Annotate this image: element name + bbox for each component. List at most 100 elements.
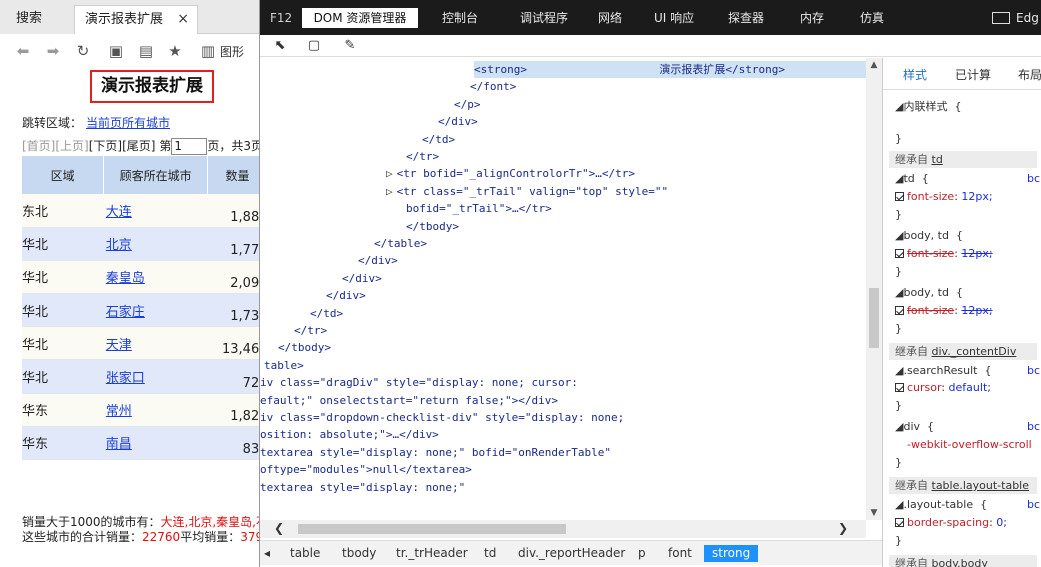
dom-node-line[interactable]: textarea style="display: none;" bofid="o… [260,444,611,461]
tab-console[interactable]: 控制台 [442,8,478,28]
tab-profiler[interactable]: 探查器 [728,8,764,28]
breadcrumb-item[interactable]: div._reportHeader [518,545,625,562]
scroll-left-icon[interactable]: ❮ [274,521,284,535]
prop-checkbox[interactable] [895,517,904,527]
city-link[interactable]: 北京 [106,238,132,253]
prop-checkbox[interactable] [895,382,904,392]
tab-ui-responsiveness[interactable]: UI 响应 [654,8,694,28]
dom-node-line[interactable]: </tr> [406,148,439,165]
jump-link[interactable]: 当前页所有城市 [86,116,170,130]
highlight-box-icon[interactable]: ▢ [306,38,322,54]
breadcrumb-scroll-left-icon[interactable]: ◂ [264,545,270,562]
back-icon[interactable]: ⬅ [14,42,32,60]
rule-source[interactable]: bc [1027,172,1040,185]
dom-node-line[interactable]: ▷ <tr bofid="_alignControlorTr">…</tr> [386,165,635,182]
rule-source[interactable]: bc [1027,420,1040,433]
breadcrumb-item[interactable]: table [290,545,320,562]
dom-node-line[interactable]: oftype="modules">null</textarea> [260,461,472,478]
dom-vertical-scrollbar[interactable]: ▲ ▼ [866,58,882,520]
hscroll-thumb[interactable] [298,524,566,534]
forward-icon[interactable]: ➡ [44,42,62,60]
city-link[interactable]: 常州 [106,404,132,419]
tab-report[interactable]: 演示报表扩展 × [74,5,198,34]
tab-network[interactable]: 网络 [598,8,622,28]
tab-layout[interactable]: 布局 [1018,66,1041,83]
dom-node-line[interactable]: </table> [374,235,427,252]
rule-source[interactable]: bc [1027,498,1040,511]
dom-node-line[interactable]: </tbody> [278,339,331,356]
scroll-up-icon[interactable]: ▲ [868,60,880,70]
breadcrumb-item[interactable]: tr._trHeader [396,545,468,562]
color-picker-icon[interactable]: ✎ [342,38,358,54]
prop-checkbox[interactable] [895,305,904,315]
dom-tree[interactable]: <strong> 演示报表扩展</strong> </font> </p> </div… [260,58,866,520]
dom-node-line[interactable]: ▷ <tr class="_trTail" valign="top" style=… [386,183,668,200]
edge-mode-dropdown[interactable]: Edg [1016,8,1039,28]
dom-node-line[interactable]: iv class="dropdown-checklist-div" style=… [260,409,624,426]
dom-node-line[interactable]: </div> [438,113,478,130]
tab-dom-explorer[interactable]: DOM 资源管理器 [302,8,418,28]
dom-node-line[interactable]: </font> [470,78,516,95]
dom-node-line[interactable]: </tbody> [406,218,459,235]
save-icon[interactable]: ▣ [107,42,125,60]
inherit-link-div[interactable]: div._contentDiv [932,345,1017,358]
dom-node-line[interactable]: osition: absolute;">…</div> [260,426,439,443]
scroll-right-icon[interactable]: ❯ [838,521,848,535]
dom-node-line[interactable]: </div> [358,252,398,269]
tab-search[interactable]: 搜索 [0,5,74,34]
city-link[interactable]: 大连 [106,205,132,220]
dom-node-line[interactable]: bofid="_trTail">…</tr> [406,200,552,217]
tab-computed[interactable]: 已计算 [955,66,991,83]
breadcrumb-item[interactable]: font [668,545,692,562]
scroll-thumb[interactable] [869,288,879,348]
pager-first[interactable]: [首页] [22,139,55,153]
pager-last[interactable]: [尾页] [122,139,155,153]
refresh-icon[interactable]: ↻ [74,42,92,60]
prop-name: font-size [907,190,955,203]
city-link[interactable]: 张家口 [106,371,145,386]
dom-node-line[interactable]: table> [264,357,304,374]
dom-node-line[interactable]: efault;" onselectstart="return false;"><… [260,392,558,409]
inherit-link-table[interactable]: table.layout-table [932,479,1030,492]
chart-icon[interactable]: ▥ [199,42,217,60]
tab-memory[interactable]: 内存 [800,8,824,28]
page-number-input[interactable]: 1 [171,138,208,155]
dom-node-line[interactable]: </p> [454,96,481,113]
dom-node-line[interactable]: </div> [342,270,382,287]
breadcrumb-item[interactable]: strong [704,545,759,562]
prop-checkbox[interactable] [895,191,904,201]
tab-debugger[interactable]: 调试程序 [520,8,568,28]
tab-styles[interactable]: 样式 [903,66,927,83]
dom-node-line[interactable]: iv class="dragDiv" style="display: none;… [260,374,578,391]
prop-checkbox[interactable] [895,248,904,258]
export-icon[interactable]: ▤ [137,42,155,60]
dom-node-line[interactable]: </td> [310,305,343,322]
close-icon[interactable]: × [177,6,189,33]
dom-node-line[interactable]: </tr> [294,322,327,339]
breadcrumb-item[interactable]: td [484,545,496,562]
city-link[interactable]: 南昌 [106,437,132,452]
rule-source[interactable]: bc [1027,364,1040,377]
dom-node-line[interactable]: textarea style="display: none;" [260,479,465,496]
expand-arrow-icon[interactable]: ▷ [386,167,393,180]
city-link[interactable]: 石家庄 [106,305,145,320]
inherit-link-td[interactable]: td [932,153,943,166]
favorite-star-icon[interactable]: ★ [166,42,184,60]
breadcrumb-item[interactable]: tbody [342,545,376,562]
monitor-icon[interactable] [992,12,1010,24]
pager-next[interactable]: [下页] [89,139,122,153]
dom-horizontal-scrollbar[interactable]: ❮ ❯ [260,520,866,538]
expand-arrow-icon[interactable]: ▷ [386,185,393,198]
scroll-down-icon[interactable]: ▼ [868,508,880,518]
city-link[interactable]: 秦皇岛 [106,271,145,286]
inherit-link-body[interactable]: body.body [932,557,988,567]
dom-node-line[interactable]: <strong> 演示报表扩展</strong> [474,61,866,79]
select-element-icon[interactable]: ⬉ [272,38,288,54]
dom-node-line[interactable]: </div> [326,287,366,304]
tab-emulation[interactable]: 仿真 [860,8,884,28]
breadcrumb-item[interactable]: p [638,545,646,562]
chart-button-label[interactable]: 图形 [220,43,244,60]
city-link[interactable]: 天津 [106,338,132,353]
pager-prev[interactable]: [上页] [55,139,88,153]
dom-node-line[interactable]: </td> [422,131,455,148]
